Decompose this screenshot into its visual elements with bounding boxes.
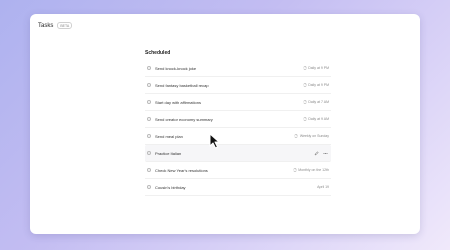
task-schedule: Weekly on Sunday <box>294 134 329 138</box>
section-title: Scheduled <box>145 50 171 56</box>
task-label: Practice Italian <box>155 150 182 156</box>
task-schedule-text: Daily at 9 PM <box>308 83 329 87</box>
task-schedule: Daily at 9 PM <box>303 83 329 87</box>
repeat-icon <box>294 134 299 138</box>
header: Tasks BETA <box>38 22 73 29</box>
mouse-pointer-icon <box>209 133 220 149</box>
task-schedule: Daily at 7 AM <box>303 100 329 104</box>
task-label: Send fantasy basketball recap <box>155 82 209 88</box>
task-schedule-text: Weekly on Sunday <box>299 134 329 138</box>
task-checkbox[interactable] <box>147 185 151 189</box>
task-checkbox[interactable] <box>147 168 151 172</box>
task-label: Send knock-knock joke <box>155 65 197 71</box>
page-title: Tasks <box>38 22 54 29</box>
task-row[interactable]: Start day with affirmations Daily at 7 A… <box>145 94 331 111</box>
task-checkbox[interactable] <box>147 83 151 87</box>
task-schedule: Monthly on the 12th <box>293 168 329 172</box>
beta-badge: BETA <box>57 22 73 29</box>
repeat-icon <box>293 168 297 172</box>
task-checkbox[interactable] <box>147 66 151 70</box>
task-schedule-text: April 19 <box>317 185 329 189</box>
task-label: Send meal plan <box>155 133 183 139</box>
task-row[interactable]: Check New Year's resolutions Monthly on … <box>145 162 331 179</box>
task-row[interactable]: Cousin's birthday April 19 <box>145 179 331 196</box>
task-schedule-text: Monthly on the 12th <box>298 168 329 172</box>
task-checkbox[interactable] <box>147 100 151 104</box>
task-row[interactable]: Send meal plan Weekly on Sunday <box>145 128 331 145</box>
repeat-icon <box>303 83 307 87</box>
task-schedule: Daily at 9 AM <box>303 117 329 121</box>
repeat-icon <box>303 66 307 70</box>
task-label: Check New Year's resolutions <box>155 167 208 173</box>
task-schedule-text: Daily at 7 AM <box>308 100 329 104</box>
edit-pencil-icon[interactable] <box>314 150 319 156</box>
task-checkbox[interactable] <box>147 151 151 155</box>
task-row[interactable]: Send fantasy basketball recap Daily at 9… <box>145 77 331 94</box>
task-row[interactable]: Send knock-knock joke Daily at 9 PM <box>145 60 331 77</box>
task-schedule: April 19 <box>317 185 329 189</box>
task-checkbox[interactable] <box>147 117 151 121</box>
scheduled-section: Scheduled Send knock-knock joke Daily at… <box>145 50 331 196</box>
task-label: Cousin's birthday <box>155 184 186 190</box>
more-options-icon[interactable] <box>323 151 328 156</box>
repeat-icon <box>303 117 307 121</box>
task-schedule-text: Daily at 9 PM <box>308 66 329 70</box>
task-schedule-text: Daily at 9 AM <box>308 117 329 121</box>
tasks-window: Tasks BETA Scheduled Send knock-knock jo… <box>30 14 420 234</box>
task-row[interactable]: Send creator economy summary Daily at 9 … <box>145 111 331 128</box>
task-row[interactable]: Practice Italian <box>145 145 331 162</box>
repeat-icon <box>303 100 307 104</box>
task-label: Send creator economy summary <box>155 116 213 122</box>
task-checkbox[interactable] <box>147 134 151 138</box>
task-schedule: Daily at 9 PM <box>303 66 329 70</box>
task-actions <box>314 150 328 156</box>
task-label: Start day with affirmations <box>155 99 201 105</box>
